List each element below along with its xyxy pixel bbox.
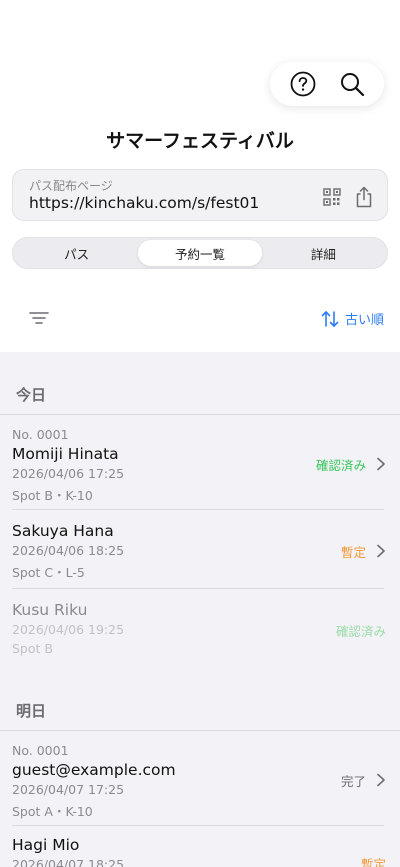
guest-name: Momiji Hinata (12, 445, 119, 463)
share-button[interactable] (355, 186, 373, 212)
section-today-list: No. 0001 Momiji Hinata 2026/04/06 17:25 … (0, 414, 400, 668)
qr-code-button[interactable] (323, 188, 341, 210)
section-tomorrow-list: No. 0001 guest@example.com 2026/04/07 17… (0, 730, 400, 867)
reservation-number: No. 0001 (12, 427, 69, 442)
reservation-spot: Spot A・K-10 (12, 804, 93, 819)
sort-button[interactable]: 古い順 (321, 309, 384, 328)
sort-arrows-icon (321, 310, 339, 327)
tab-pass[interactable]: パス (15, 240, 138, 266)
filter-button[interactable] (28, 308, 50, 328)
status-badge: 暫定 (360, 857, 386, 867)
status-badge: 確認済み (315, 458, 366, 473)
status-badge: 暫定 (340, 545, 366, 560)
segmented-tabs: パス 予約一覧 詳細 (12, 237, 388, 269)
pass-url-value[interactable]: https://kinchaku.com/s/fest01 (29, 194, 259, 212)
tab-reservations[interactable]: 予約一覧 (138, 240, 262, 266)
tab-details[interactable]: 詳細 (262, 240, 385, 266)
list-item[interactable]: Hagi Mio 2026/04/07 18:25 暫定 (0, 826, 400, 867)
reservation-spot: Spot B・K-10 (12, 488, 93, 503)
reservation-spot: Spot C・L-5 (12, 565, 85, 580)
section-header-tomorrow: 明日 (16, 702, 47, 720)
page-title: サマーフェスティバル (106, 130, 294, 152)
chevron-right-icon (377, 457, 385, 471)
reservation-datetime: 2026/04/06 17:25 (12, 466, 125, 481)
list-item[interactable]: Sakuya Hana 2026/04/06 18:25 Spot C・L-5 … (0, 510, 400, 589)
guest-name: Hagi Mio (12, 836, 80, 854)
reservation-spot: Spot B (12, 641, 53, 656)
status-badge: 完了 (340, 774, 366, 789)
filter-lines-icon (29, 312, 49, 324)
reservation-datetime: 2026/04/07 17:25 (12, 782, 125, 797)
magnifier-icon (340, 73, 364, 97)
list-item[interactable]: No. 0001 guest@example.com 2026/04/07 17… (0, 731, 400, 826)
list-item[interactable]: No. 0001 Momiji Hinata 2026/04/06 17:25 … (0, 415, 400, 510)
header-action-pill (270, 62, 384, 106)
help-button[interactable] (288, 69, 318, 99)
guest-name: guest@example.com (12, 761, 176, 779)
chevron-right-icon (377, 773, 385, 787)
sort-label: 古い順 (344, 313, 384, 328)
reservation-datetime: 2026/04/07 18:25 (12, 857, 125, 867)
guest-name: Sakuya Hana (12, 522, 114, 540)
pass-url-box[interactable]: パス配布ページ https://kinchaku.com/s/fest01 (12, 169, 388, 221)
reservation-datetime: 2026/04/06 18:25 (12, 543, 125, 558)
guest-name: Kusu Riku (12, 601, 88, 619)
search-button[interactable] (337, 69, 367, 99)
share-icon (356, 186, 372, 208)
section-header-today: 今日 (16, 386, 47, 404)
pass-url-label: パス配布ページ (29, 179, 113, 193)
qr-code-icon (323, 188, 341, 206)
question-circle-icon (290, 71, 315, 97)
chevron-right-icon (377, 544, 385, 558)
status-badge: 確認済み (335, 624, 386, 639)
reservation-datetime: 2026/04/06 19:25 (12, 622, 125, 637)
list-item[interactable]: Kusu Riku 2026/04/06 19:25 Spot B 確認済み (0, 589, 400, 668)
reservation-number: No. 0001 (12, 743, 69, 758)
